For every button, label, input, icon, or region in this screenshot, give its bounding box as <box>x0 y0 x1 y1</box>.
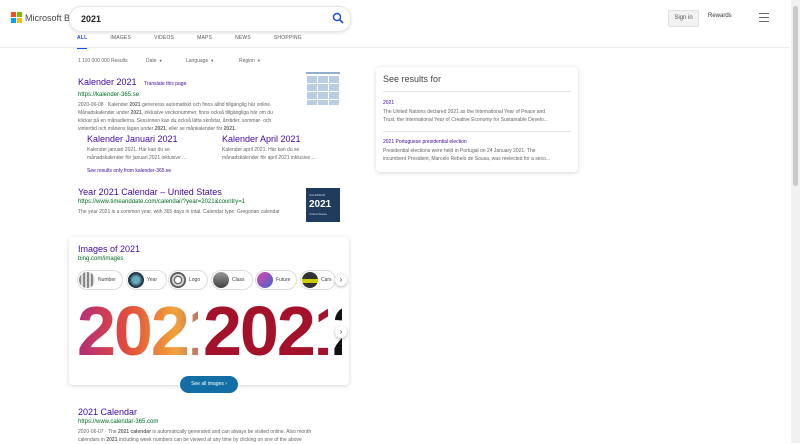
see-all-images-button[interactable]: See all images › <box>180 376 238 393</box>
entity-link-portuguese-election[interactable]: 2021 Portuguese presidential election <box>383 139 467 145</box>
chip-logo[interactable]: Logo <box>168 270 208 290</box>
tab-divider <box>0 47 790 48</box>
sublink-snippet: Kalender januari 2021. Här kan du se måna… <box>87 147 187 161</box>
menu-icon[interactable] <box>759 13 769 22</box>
microsoft-logo-icon <box>11 12 22 23</box>
thumb-country: United States <box>309 212 328 216</box>
scrollbar-thumb[interactable] <box>793 6 798 186</box>
sublink-snippet: Kalender april 2021. Här kan du se månads… <box>222 147 316 161</box>
result-title[interactable]: Kalender 2021 <box>78 77 137 87</box>
chevron-down-icon: ▼ <box>158 58 163 63</box>
panel-title: See results for <box>383 74 442 84</box>
date-filter[interactable]: Date ▼ <box>146 58 163 64</box>
result-kalender-2021: Kalender 2021 Translate this page https:… <box>78 72 300 133</box>
chevron-right-icon[interactable]: › <box>335 326 347 338</box>
image-tile-gradient[interactable]: 2021 <box>77 296 198 366</box>
chip-thumbnail <box>213 272 229 288</box>
result-title[interactable]: 2021 Calendar <box>78 407 348 417</box>
calendar-thumbnail[interactable] <box>306 72 340 106</box>
chip-thumbnail <box>128 272 144 288</box>
date-filter-label: Date <box>146 58 157 64</box>
chip-thumbnail <box>79 272 95 288</box>
chip-thumbnail <box>170 272 186 288</box>
images-title[interactable]: Images of 2021 <box>78 244 140 254</box>
divider <box>383 91 571 92</box>
entity-link-2021[interactable]: 2021 <box>383 100 394 106</box>
calendar-2021-thumbnail[interactable]: CALENDAR 2021 United States <box>306 188 340 222</box>
sublink-title[interactable]: Kalender April 2021 <box>222 134 342 144</box>
region-filter-label: Region <box>239 58 255 64</box>
chevron-down-icon: ▼ <box>256 58 261 63</box>
sublink-title[interactable]: Kalender Januari 2021 <box>87 134 212 144</box>
see-results-only-link[interactable]: See results only from kalender-365.se <box>87 168 171 174</box>
sublink-april: Kalender April 2021 Kalender april 2021.… <box>222 134 342 162</box>
divider <box>383 131 571 132</box>
chip-cars[interactable]: Cars <box>300 270 336 290</box>
see-results-for-panel: See results for 2021 The United Nations … <box>376 67 578 172</box>
language-filter[interactable]: Language ▼ <box>186 58 214 64</box>
chip-number[interactable]: Number <box>77 270 123 290</box>
chip-thumbnail <box>257 272 273 288</box>
result-url[interactable]: https://www.timeanddate.com/calendar/?ye… <box>78 199 303 205</box>
images-url[interactable]: bing.com/images <box>78 256 123 262</box>
chip-thumbnail <box>302 272 318 288</box>
result-url[interactable]: https://kalender-365.se <box>78 92 300 98</box>
result-snippet: The year 2021 is a common year, with 365… <box>78 209 280 215</box>
chip-year[interactable]: Year <box>126 270 167 290</box>
language-filter-label: Language <box>186 58 209 64</box>
translate-link[interactable]: Translate this page <box>144 81 186 87</box>
search-input[interactable] <box>79 11 323 27</box>
header: Microsoft Bing Sign in Rewards ALL IMAGE… <box>0 0 800 49</box>
search-box[interactable] <box>69 6 351 32</box>
result-title[interactable]: Year 2021 Calendar – United States <box>78 187 303 197</box>
result-calendar-365: 2021 Calendar https://www.calendar-365.c… <box>78 407 348 444</box>
chip-future[interactable]: Future <box>255 270 297 290</box>
result-snippet: 2020-06-07 · The 2021 calendar is automa… <box>78 429 312 443</box>
result-url[interactable]: https://www.calendar-365.com <box>78 419 348 425</box>
search-icon[interactable] <box>332 12 344 24</box>
region-filter[interactable]: Region ▼ <box>239 58 261 64</box>
image-tile-red[interactable]: 2021 <box>203 296 328 366</box>
results-count: 1 110 000 000 Results <box>78 58 128 64</box>
sign-in-button[interactable]: Sign in <box>668 10 699 27</box>
entity-description: Presidential elections were held in Port… <box>383 148 551 162</box>
chevron-right-icon[interactable]: › <box>335 274 347 286</box>
entity-description: The United Nations declared 2021 as the … <box>383 109 548 123</box>
thumb-small-label: CALENDAR <box>309 193 326 197</box>
result-timeanddate: Year 2021 Calendar – United States https… <box>78 187 303 216</box>
rewards-link[interactable]: Rewards <box>708 13 732 19</box>
chip-class[interactable]: Class <box>211 270 253 290</box>
result-snippet: 2020-06-08 · Kalender 2021 genereras aut… <box>78 102 273 132</box>
sublink-januari: Kalender Januari 2021 Kalender januari 2… <box>87 134 212 162</box>
chevron-down-icon: ▼ <box>210 58 215 63</box>
thumb-year: 2021 <box>309 199 332 210</box>
